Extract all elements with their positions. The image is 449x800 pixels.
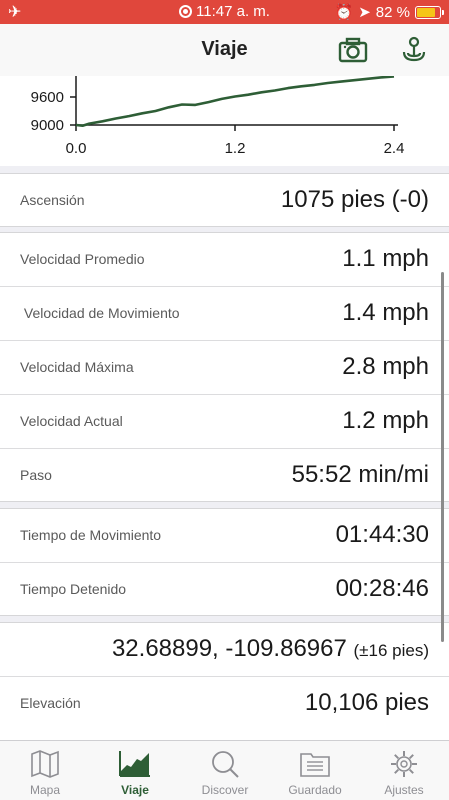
row-value: 01:44:30 xyxy=(335,521,429,548)
row-value: 55:52 min/mi xyxy=(291,461,429,488)
row-label: Velocidad de Movimiento xyxy=(20,305,180,321)
speed-row-current: Velocidad Actual 1.2 mph xyxy=(0,395,449,449)
tab-guardado[interactable]: Guardado xyxy=(270,741,360,800)
speed-row-moving: Velocidad de Movimiento 1.4 mph xyxy=(0,287,449,341)
x-tick-label: 1.2 xyxy=(225,140,246,157)
search-icon xyxy=(212,751,239,778)
status-bar: ✈ 11:47 a. m. ⏰ ➤ 82 % xyxy=(0,0,449,24)
tab-label: Ajustes xyxy=(384,783,424,797)
elevation-line xyxy=(75,76,395,128)
elevation-chart: 0.0 1.2 2.4 9600 9000 xyxy=(0,76,449,166)
tab-label: Viaje xyxy=(121,783,149,797)
tab-label: Guardado xyxy=(288,783,342,797)
location-arrow-icon: ➤ xyxy=(358,4,371,21)
elevation-chart-svg: 0.0 1.2 2.4 9600 9000 xyxy=(31,76,405,157)
tab-bar: Mapa Viaje Discover Guardado Ajustes xyxy=(0,740,449,800)
tab-discover[interactable]: Discover xyxy=(180,741,270,800)
stopped-time-row: Tiempo Detenido 00:28:46 xyxy=(0,563,449,617)
row-value: 00:28:46 xyxy=(335,575,429,602)
row-value: 1.2 mph xyxy=(342,407,429,434)
ascension-row: Ascensión 1075 pies (-0) xyxy=(0,174,449,228)
scrollbar[interactable] xyxy=(441,272,444,642)
accuracy-value: (±16 pies) xyxy=(353,641,429,660)
tab-label: Mapa xyxy=(29,783,61,797)
folder-icon xyxy=(300,753,330,777)
tab-label: Discover xyxy=(201,783,249,797)
pace-row: Paso 55:52 min/mi xyxy=(0,449,449,503)
coordinates-row: 32.68899, -109.86967 (±16 pies) xyxy=(0,623,449,677)
row-label: Velocidad Promedio xyxy=(20,251,145,267)
elevation-row: Elevación 10,106 pies xyxy=(0,677,449,731)
location-section: 32.68899, -109.86967 (±16 pies) Elevació… xyxy=(0,622,449,740)
status-right: ⏰ ➤ 82 % xyxy=(334,3,444,21)
y-tick-label: 9000 xyxy=(31,117,64,134)
row-label: Velocidad Máxima xyxy=(20,359,134,375)
elevation-label: Elevación xyxy=(20,695,81,711)
row-value: 1.4 mph xyxy=(342,299,429,326)
navigation-bar: Viaje xyxy=(0,24,449,76)
ascension-value: 1075 pies (-0) xyxy=(280,186,429,213)
gear-icon xyxy=(391,751,417,777)
row-label: Tiempo de Movimiento xyxy=(20,527,162,543)
status-time: 11:47 a. m. xyxy=(196,3,270,20)
elevation-value: 10,106 pies xyxy=(304,689,429,716)
y-tick-label: 9600 xyxy=(31,89,64,106)
record-icon xyxy=(179,5,193,18)
map-icon xyxy=(31,750,59,778)
battery-percent: 82 % xyxy=(375,3,410,21)
x-tick-label: 0.0 xyxy=(66,140,87,157)
alarm-icon: ⏰ xyxy=(334,4,354,21)
ascension-label: Ascensión xyxy=(20,192,85,208)
speed-row-average: Velocidad Promedio 1.1 mph xyxy=(0,233,449,287)
ascension-section: Ascensión 1075 pies (-0) xyxy=(0,173,449,227)
row-value: 1.1 mph xyxy=(342,245,429,272)
tab-viaje[interactable]: Viaje xyxy=(90,741,180,800)
tab-ajustes[interactable]: Ajustes xyxy=(359,741,449,800)
moving-time-row: Tiempo de Movimiento 01:44:30 xyxy=(0,509,449,563)
time-section: Tiempo de Movimiento 01:44:30 Tiempo Det… xyxy=(0,508,449,616)
signal-icon[interactable] xyxy=(398,34,430,66)
coordinates-display: 32.68899, -109.86967 (±16 pies) xyxy=(112,635,429,663)
x-tick-label: 2.4 xyxy=(384,140,405,157)
row-label: Paso xyxy=(20,467,52,483)
row-value: 2.8 mph xyxy=(342,353,429,380)
trip-chart-icon xyxy=(119,751,150,777)
speed-row-max: Velocidad Máxima 2.8 mph xyxy=(0,341,449,395)
battery-icon xyxy=(415,5,444,19)
tab-mapa[interactable]: Mapa xyxy=(0,741,90,800)
speed-section: Velocidad Promedio 1.1 mph Velocidad de … xyxy=(0,232,449,502)
row-label: Tiempo Detenido xyxy=(20,581,127,597)
row-label: Velocidad Actual xyxy=(20,413,123,429)
page-title: Viaje xyxy=(201,38,248,60)
coordinates-value: 32.68899, -109.86967 xyxy=(111,635,347,662)
camera-icon[interactable] xyxy=(337,34,369,66)
